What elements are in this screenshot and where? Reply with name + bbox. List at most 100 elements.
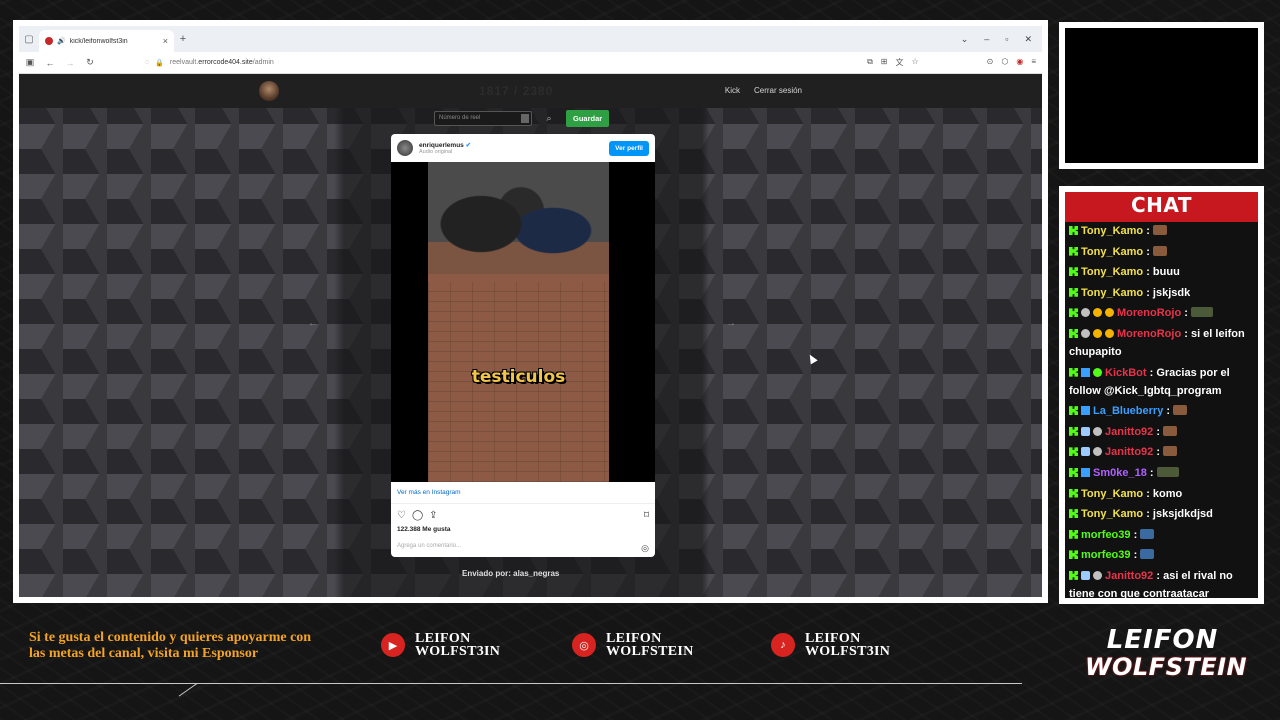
chat-separator: : (1143, 225, 1153, 237)
view-more-link[interactable]: Ver más en Instagram (391, 482, 655, 504)
tab-close-button[interactable]: × (163, 36, 168, 46)
address-bar: ▣ ← → ↻ ◌ 🔒 reelvault.errorcode404.site/… (19, 52, 1042, 74)
chat-username[interactable]: Janitto92 (1105, 446, 1153, 458)
previous-reel-arrow[interactable]: ← (308, 318, 318, 329)
back-button[interactable]: ← (45, 58, 55, 68)
chat-username[interactable]: KickBot (1105, 367, 1147, 379)
chat-message: La_Blueberry : (1069, 402, 1254, 420)
sub-badge-icon (1105, 328, 1114, 338)
chat-username[interactable]: morfeo39 (1081, 549, 1131, 561)
reel-controls: Número de reel ⌕ Guardar (434, 110, 610, 127)
emote-icon (1140, 528, 1155, 539)
chat-username[interactable]: Janitto92 (1105, 570, 1153, 582)
chat-username[interactable]: Tony_Kamo (1081, 508, 1143, 520)
next-reel-arrow[interactable]: → (726, 318, 736, 329)
heart-icon[interactable]: ♡ (397, 510, 406, 521)
site-header: 1817 / 2380 Kick Cerrar sesión (19, 74, 1042, 108)
instagram-icon: ◎ (572, 633, 596, 657)
cast-icon[interactable]: ⧉ (867, 57, 873, 68)
number-spinner[interactable] (521, 114, 529, 123)
nav-kick-link[interactable]: Kick (725, 86, 740, 95)
tab-groups-icon[interactable]: ▢ (19, 26, 39, 52)
chat-username[interactable]: La_Blueberry (1093, 405, 1163, 417)
gift-badge-icon (1081, 406, 1090, 416)
chat-username[interactable]: Tony_Kamo (1081, 488, 1143, 500)
site-info-icon[interactable]: ◌ (145, 59, 149, 66)
kick-badge-icon (1069, 426, 1078, 436)
comment-field[interactable]: Agrega un comentario... ◎ (391, 533, 655, 554)
chat-username[interactable]: morfeo39 (1081, 529, 1131, 541)
kick-badge-icon (1069, 267, 1078, 277)
chat-username[interactable]: Sm0ke_18 (1093, 467, 1147, 479)
favicon-icon (45, 37, 53, 45)
chat-username[interactable]: Tony_Kamo (1081, 266, 1143, 278)
chat-username[interactable]: Tony_Kamo (1081, 225, 1143, 237)
install-icon[interactable]: ⊞ (881, 57, 888, 68)
sent-by-label: Enviado por: alas_negras (462, 569, 560, 578)
instagram-username[interactable]: enriquerlemus (419, 142, 464, 149)
translate-icon[interactable]: 文 (895, 57, 903, 68)
speaker-icon[interactable]: 🔊 (57, 37, 66, 45)
bookmark-star-icon[interactable]: ☆ (911, 57, 918, 68)
puzzle-icon[interactable]: ⬡ (1001, 57, 1008, 68)
social-line2: WOLFST3IN (805, 644, 891, 659)
chat-message-list: Tony_Kamo : Tony_Kamo : Tony_Kamo : buuu… (1069, 222, 1254, 598)
mod-badge-icon (1093, 447, 1102, 457)
mod-badge-icon (1081, 328, 1090, 338)
url-field[interactable]: ◌ 🔒 reelvault.errorcode404.site/admin (145, 59, 857, 67)
avatar[interactable] (397, 140, 413, 156)
chat-title: CHAT (1131, 193, 1192, 217)
chat-panel: CHAT Tony_Kamo : Tony_Kamo : Tony_Kamo :… (1065, 192, 1258, 598)
verified-icon: ✔ (465, 142, 472, 149)
forward-button[interactable]: → (65, 58, 75, 68)
comment-icon[interactable]: ◯ (412, 510, 423, 521)
tab-search-icon[interactable]: ⌄ (961, 34, 969, 45)
profile-icon[interactable]: ◉ (1016, 57, 1023, 68)
audio-label[interactable]: Audio original (419, 149, 471, 155)
search-icon[interactable]: ⌕ (542, 113, 556, 124)
kick-badge-icon (1069, 570, 1078, 580)
bookmark-icon[interactable]: ⌑ (644, 510, 649, 521)
emote-icon (1163, 446, 1178, 457)
chat-username[interactable]: Tony_Kamo (1081, 246, 1143, 258)
chat-username[interactable]: MorenoRojo (1117, 307, 1181, 319)
sidebar-icon[interactable]: ▣ (25, 57, 35, 68)
emote-icon (1190, 307, 1213, 318)
site-logo[interactable] (259, 81, 279, 101)
maximize-button[interactable]: ▫ (1005, 34, 1008, 45)
close-window-button[interactable]: ✕ (1024, 34, 1032, 45)
reel-video[interactable]: testiculos (391, 162, 655, 482)
chat-username[interactable]: Janitto92 (1105, 426, 1153, 438)
social-instagram: ◎ LEIFON WOLFSTEIN (572, 632, 694, 659)
minimize-button[interactable]: – (984, 34, 989, 45)
instagram-icon[interactable]: ◎ (641, 543, 649, 554)
chat-username[interactable]: Tony_Kamo (1081, 287, 1143, 299)
view-profile-button[interactable]: Ver perfil (609, 140, 649, 156)
chat-text: jskjsdk (1152, 286, 1191, 299)
sub-badge-icon (1105, 308, 1114, 318)
browser-toolbar-icons: ⧉ ⊞ 文 ☆ ⊙ ⬡ ◉ ≡ (867, 57, 1036, 68)
new-tab-button[interactable]: + (174, 33, 192, 45)
webcam-frame (1059, 22, 1264, 169)
people-figures (433, 172, 593, 302)
chat-username[interactable]: MorenoRojo (1117, 328, 1181, 340)
extension-icon[interactable]: ⊙ (987, 57, 994, 68)
menu-icon[interactable]: ≡ (1031, 57, 1036, 68)
reload-button[interactable]: ↻ (85, 57, 95, 68)
save-button[interactable]: Guardar (566, 110, 610, 127)
chat-separator: : (1143, 508, 1153, 521)
divider (0, 683, 1022, 684)
kick-badge-icon (1069, 287, 1078, 297)
nav-logout-link[interactable]: Cerrar sesión (754, 86, 802, 95)
share-icon[interactable]: ⇪ (429, 510, 437, 521)
chat-text: komo (1152, 487, 1183, 500)
kick-badge-icon (1069, 467, 1078, 477)
browser-tab[interactable]: 🔊 kick/leifonwolfst3in × (39, 30, 174, 52)
sub-badge-icon (1093, 328, 1102, 338)
chat-separator: : (1130, 528, 1141, 541)
instagram-embed: enriquerlemus ✔ Audio original Ver perfi… (391, 134, 655, 557)
social-line2: WOLFSTEIN (606, 644, 694, 659)
reel-number-input[interactable]: Número de reel (434, 111, 532, 126)
chat-separator: : (1146, 366, 1157, 379)
chat-separator: : (1153, 446, 1164, 459)
